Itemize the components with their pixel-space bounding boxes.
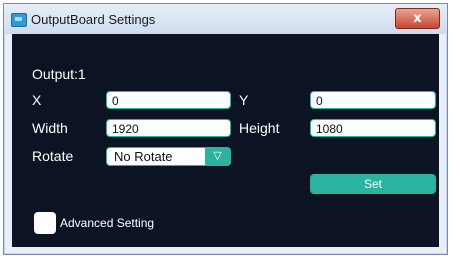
- x-input[interactable]: 0: [106, 91, 231, 109]
- advanced-setting-label: Advanced Setting: [60, 216, 155, 230]
- set-button[interactable]: Set: [310, 174, 436, 194]
- rotate-select[interactable]: No Rotate ▽: [106, 147, 231, 166]
- rotate-selected-value: No Rotate: [114, 149, 173, 164]
- width-label: Width: [32, 120, 68, 136]
- title-bar[interactable]: OutputBoard Settings x: [4, 4, 447, 34]
- y-label: Y: [239, 92, 249, 108]
- close-icon: x: [413, 11, 422, 26]
- width-input[interactable]: 1920: [106, 119, 231, 137]
- window-title: OutputBoard Settings: [31, 12, 156, 27]
- settings-window: OutputBoard Settings x Output:1 X 0 Y 0 …: [3, 3, 448, 255]
- dropdown-arrow-icon[interactable]: ▽: [205, 148, 230, 165]
- rotate-label: Rotate: [32, 148, 74, 164]
- x-label: X: [32, 92, 42, 108]
- height-label: Height: [239, 120, 280, 136]
- close-button[interactable]: x: [395, 8, 440, 29]
- output-label: Output:1: [32, 66, 86, 82]
- app-icon: [11, 13, 27, 27]
- settings-panel: Output:1 X 0 Y 0 Width 1920 Height 1080 …: [12, 34, 439, 247]
- advanced-setting-checkbox[interactable]: [34, 212, 56, 234]
- y-input[interactable]: 0: [310, 91, 436, 109]
- height-input[interactable]: 1080: [310, 119, 436, 137]
